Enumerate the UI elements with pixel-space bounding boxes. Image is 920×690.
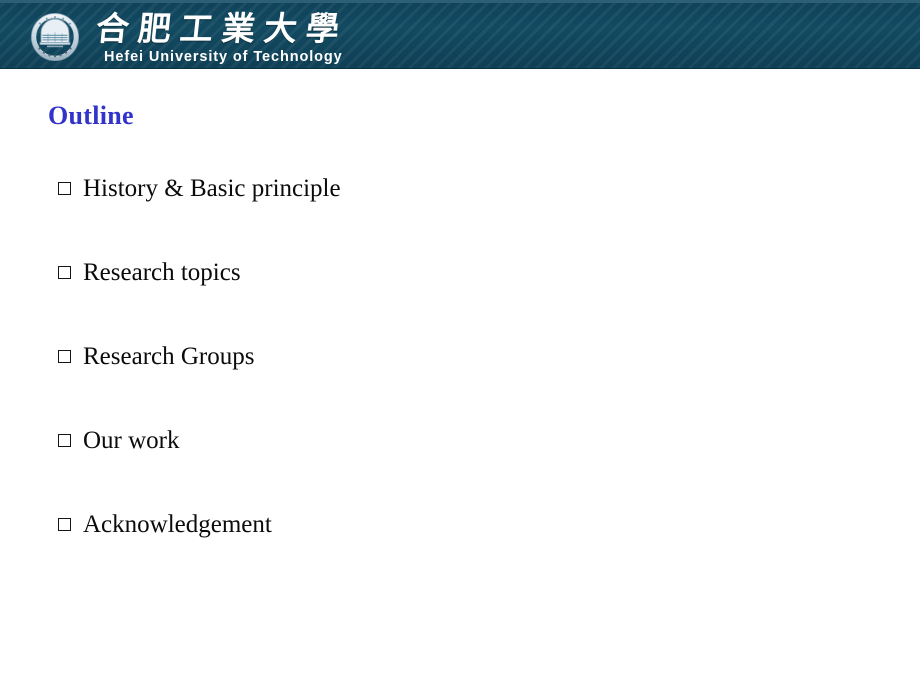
outline-item-label: Research Groups — [83, 343, 255, 370]
outline-list: History & Basic principle Research topic… — [58, 172, 858, 592]
outline-item-label: Research topics — [83, 259, 241, 286]
list-item: History & Basic principle — [58, 172, 858, 256]
university-name-english-text: Hefei University of Technology — [104, 49, 343, 65]
hollow-square-bullet-icon — [58, 350, 71, 363]
university-seal-icon — [30, 12, 80, 62]
list-item: Our work — [58, 424, 858, 508]
hollow-square-bullet-icon — [58, 518, 71, 531]
outline-item-label: Our work — [83, 427, 180, 454]
list-item: Acknowledgement — [58, 508, 858, 592]
banner-bottom-edge-line — [0, 68, 920, 69]
banner-top-accent-line — [0, 0, 920, 3]
presentation-slide: 合肥工業大學 Hefei University of Technology Ou… — [0, 0, 920, 690]
university-name-chinese: 合肥工業大學 — [94, 8, 386, 50]
hollow-square-bullet-icon — [58, 434, 71, 447]
list-item: Research Groups — [58, 340, 858, 424]
outline-item-label: Acknowledgement — [83, 511, 272, 538]
hollow-square-bullet-icon — [58, 182, 71, 195]
university-name-english: Hefei University of Technology — [104, 49, 404, 66]
page-title: Outline — [48, 101, 134, 130]
university-name-chinese-text: 合肥工業大學 — [94, 9, 351, 48]
list-item: Research topics — [58, 256, 858, 340]
slide-header-banner: 合肥工業大學 Hefei University of Technology — [0, 0, 920, 69]
hollow-square-bullet-icon — [58, 266, 71, 279]
outline-item-label: History & Basic principle — [83, 175, 341, 202]
